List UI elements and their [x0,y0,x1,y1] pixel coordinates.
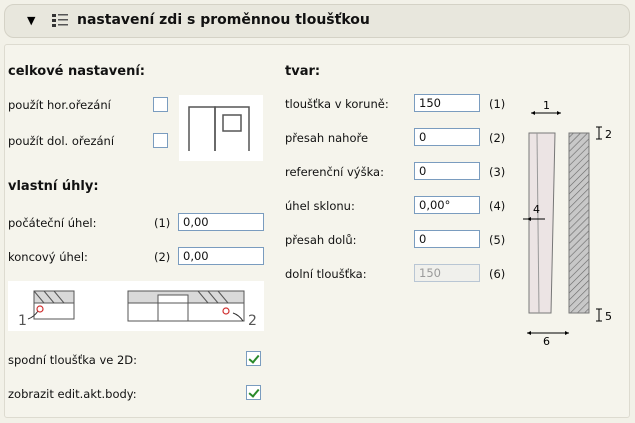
collapse-triangle-icon[interactable]: ▼ [27,14,35,27]
start-angle-index: (1) [154,216,171,230]
end-angle-label: koncový úhel: [8,250,88,264]
dim-label-1: 1 [543,99,550,112]
shape-field-index: (1) [489,97,506,111]
dim-label-6: 6 [543,335,550,345]
general-settings-heading: celkové nastavení: [8,64,145,79]
top-trim-label: použít hor.ořezání [8,98,111,112]
shape-heading: tvar: [285,64,321,79]
custom-angles-heading: vlastní úhly: [8,179,99,194]
dim-label-4: 4 [533,203,540,216]
shape-field-label: dolní tloušťka: [285,267,367,281]
shape-field-input[interactable]: 150 [414,94,480,112]
top-trim-checkbox[interactable] [153,97,168,112]
shape-field-index: (3) [489,165,506,179]
end-angle-index: (2) [154,250,171,264]
panel-body: celkové nastavení: použít hor.ořezání po… [4,44,630,418]
shape-field-label: tloušťka v koruně: [285,97,389,111]
show-hotspots-checkbox[interactable] [246,385,261,400]
start-angle-input[interactable]: 0,00 [178,213,264,231]
bottom-thickness-2d-label: spodní tloušťka ve 2D: [8,353,138,367]
illus-label-2: 2 [248,313,257,329]
shape-field-input[interactable]: 0 [414,128,480,146]
bottom-trim-checkbox[interactable] [153,133,168,148]
bottom-trim-label: použít dol. ořezání [8,134,115,148]
bottom-thickness-2d-checkbox[interactable] [246,351,261,366]
shape-field-index: (4) [489,199,506,213]
shape-field-index: (5) [489,233,506,247]
dim-label-2: 2 [605,128,612,141]
shape-field-input[interactable]: 0 [414,162,480,180]
shape-field-input: 150 [414,264,480,282]
shape-field-label: přesah nahoře [285,131,369,145]
shape-field-index: (2) [489,131,506,145]
end-angle-input[interactable]: 0,00 [178,247,264,265]
settings-panel: ▼ nastavení zdi s proměnnou tloušťkou ce… [0,0,635,423]
wall-section-diagram: 1 4 6 2 5 [523,99,612,345]
illus-label-1: 1 [18,313,27,329]
dim-label-5: 5 [605,310,612,323]
shape-field-label: úhel sklonu: [285,199,355,213]
shape-field-input[interactable]: 0,00° [414,196,480,214]
shape-field-label: referenční výška: [285,165,384,179]
shape-field-input[interactable]: 0 [414,230,480,248]
start-angle-label: počáteční úhel: [8,216,97,230]
gdl-object-icon [52,14,68,27]
angle-illustration-icon: 1 2 [8,281,264,331]
shape-field-label: přesah dolů: [285,233,357,247]
panel-title: nastavení zdi s proměnnou tloušťkou [77,12,370,28]
shape-field-index: (6) [489,267,506,281]
trim-illustration-icon [179,95,263,161]
panel-header[interactable]: ▼ nastavení zdi s proměnnou tloušťkou [4,4,630,38]
show-hotspots-label: zobrazit edit.akt.body: [8,387,137,401]
